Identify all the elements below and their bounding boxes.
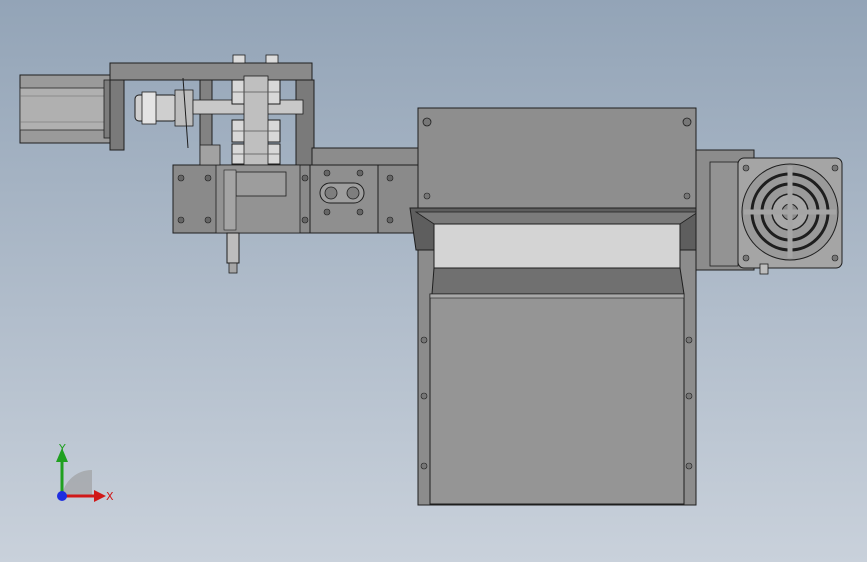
- z-axis-dot: [57, 491, 67, 501]
- x-axis-label: X: [106, 490, 114, 503]
- vertical-pin[interactable]: [226, 232, 240, 274]
- left-motor[interactable]: [19, 74, 115, 144]
- graphics-viewport[interactable]: Y X: [0, 0, 867, 562]
- x-axis-arrowhead: [94, 490, 106, 502]
- front-door-panel[interactable]: [429, 293, 685, 505]
- y-axis-label: Y: [58, 442, 66, 455]
- triad-plane-indicator: [62, 469, 92, 496]
- orientation-triad[interactable]: Y X: [40, 440, 120, 510]
- roller-gear-stack[interactable]: [231, 75, 281, 169]
- cad-model-view[interactable]: [0, 0, 867, 562]
- right-fan-motor[interactable]: [695, 149, 843, 275]
- hopper-lip[interactable]: [409, 207, 705, 295]
